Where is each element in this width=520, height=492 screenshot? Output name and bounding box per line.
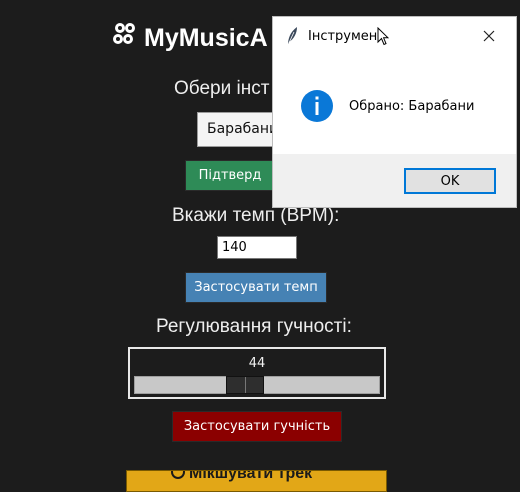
mix-track-label: Мікшувати трек [171, 470, 313, 483]
volume-slider-frame: 44 [128, 347, 386, 399]
volume-value: 44 [248, 356, 266, 371]
close-icon[interactable] [477, 25, 501, 47]
volume-label: Регулювання гучності: [156, 316, 352, 337]
instrument-label: Обери інст [174, 78, 270, 99]
tempo-label: Вкажи темп (BPM): [172, 205, 340, 226]
dialog-titlebar[interactable]: Інструмен [273, 17, 516, 55]
apply-volume-button[interactable]: Застосувати гучність [172, 411, 342, 442]
mix-track-button[interactable]: Мікшувати трек [126, 470, 387, 492]
mix-icon [171, 471, 185, 479]
ok-button-label: OK [440, 173, 460, 189]
ok-button[interactable]: OK [404, 168, 496, 194]
info-dialog: Інструмен Обрано: Барабани OK [273, 17, 516, 207]
volume-slider[interactable] [134, 376, 380, 394]
confirm-instrument-label: Підтверд [198, 168, 262, 183]
info-icon [300, 89, 334, 128]
feather-icon [285, 26, 299, 51]
cursor-icon [377, 26, 390, 51]
instrument-select-value: Барабани [207, 121, 279, 137]
apply-volume-label: Застосувати гучність [183, 419, 331, 434]
volume-slider-handle[interactable] [225, 376, 264, 394]
dialog-message: Обрано: Барабани [349, 99, 475, 114]
apply-tempo-label: Застосувати темп [194, 280, 318, 295]
tempo-input[interactable] [217, 236, 297, 259]
app-title: MyMusicA [112, 22, 268, 53]
app-title-text: MyMusicA [144, 24, 268, 52]
apply-tempo-button[interactable]: Застосувати темп [185, 272, 327, 303]
mixer-icon [112, 22, 138, 52]
mix-track-text: Мікшувати трек [189, 470, 313, 482]
dialog-footer: OK [273, 154, 516, 207]
dialog-body: Обрано: Барабани [273, 55, 516, 154]
confirm-instrument-button[interactable]: Підтверд [185, 160, 275, 191]
dialog-title: Інструмен [308, 29, 378, 44]
